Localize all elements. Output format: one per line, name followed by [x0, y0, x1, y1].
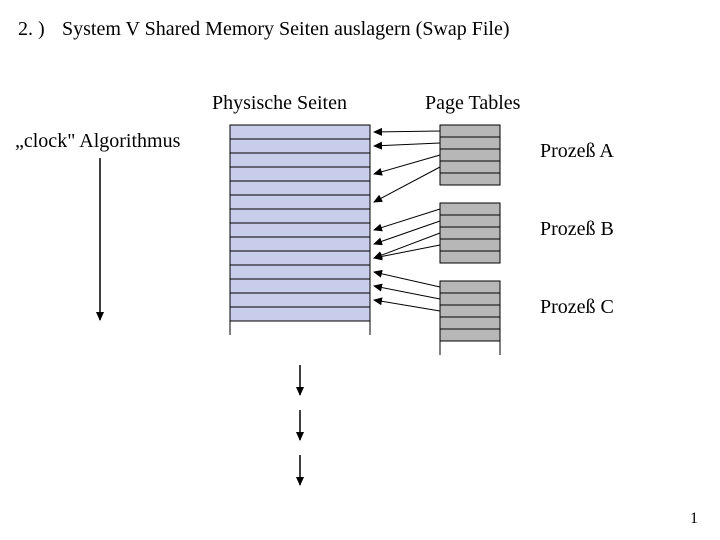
page-table-a [440, 125, 500, 185]
diagram-svg [0, 0, 720, 540]
slide: 2. ) System V Shared Memory Seiten ausla… [0, 0, 720, 540]
page-table-b [440, 203, 500, 263]
physical-pages-column [230, 125, 370, 321]
page-table-c [440, 281, 500, 341]
mapping-arrows-icon [374, 131, 440, 311]
